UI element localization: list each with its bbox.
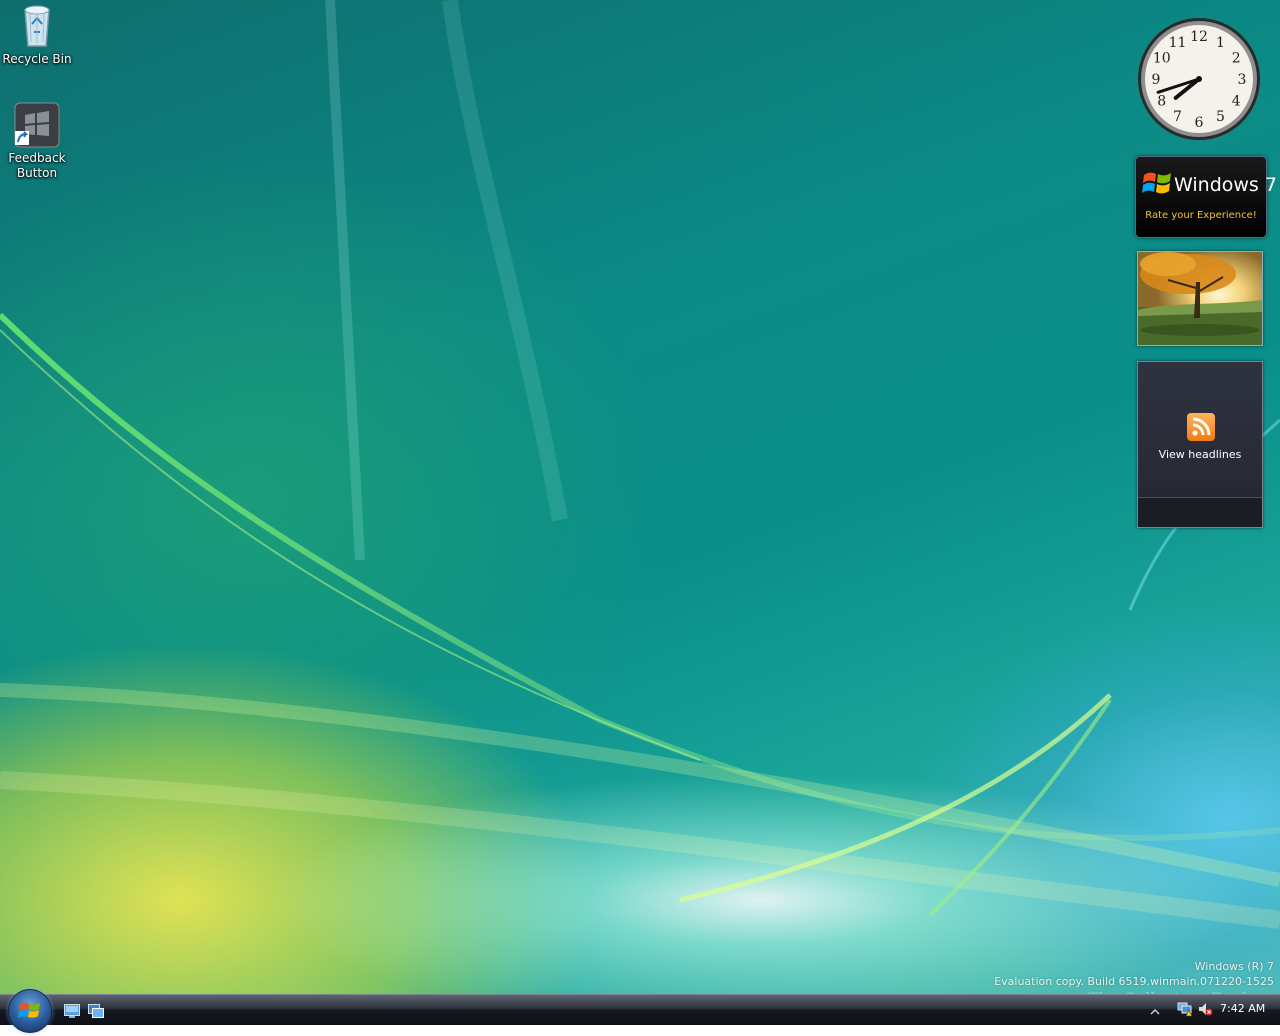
volume-muted-icon[interactable] [1197, 1001, 1213, 1017]
start-button[interactable] [8, 989, 52, 1033]
clock-numeral-9: 9 [1152, 72, 1161, 88]
show-hidden-icons-chevron-icon[interactable] [1150, 1003, 1160, 1015]
autumn-tree-photo [1138, 252, 1262, 345]
watermark-product: Windows (R) 7 [1194, 960, 1274, 973]
show-desktop-icon[interactable] [64, 1003, 80, 1018]
feedback-button-label-line2: Button [16, 166, 58, 180]
network-warning-icon[interactable] [1177, 1001, 1193, 1017]
recycle-bin-label: Recycle Bin [2, 52, 72, 66]
watermark-build: Evaluation copy. Build 6519.winmain.0712… [994, 975, 1274, 988]
taskbar: 7:42 AM [0, 989, 1280, 1033]
recycle-bin-icon [13, 2, 61, 50]
windows-flag-icon [1142, 172, 1171, 194]
clock-numeral-1: 1 [1216, 35, 1225, 51]
wallpaper-streaks [0, 0, 1280, 929]
clock-numeral-8: 8 [1157, 94, 1166, 110]
clock-numeral-4: 4 [1232, 94, 1241, 110]
clock-numeral-7: 7 [1173, 109, 1182, 125]
rss-feed-icon [1187, 413, 1215, 441]
switch-windows-icon[interactable] [88, 1003, 104, 1018]
clock-gadget[interactable]: 12 1 2 3 4 5 6 7 8 9 10 11 [1136, 16, 1262, 142]
recycle-bin-desktop-icon[interactable]: Recycle Bin [0, 2, 74, 67]
feedback-button-label-line1: Feedback [8, 151, 66, 165]
tray-clock[interactable]: 7:42 AM [1220, 1002, 1265, 1015]
clock-numeral-2: 2 [1232, 51, 1241, 67]
windows-orb-icon [18, 1003, 40, 1018]
feedback-button-desktop-icon[interactable]: Feedback Button [0, 101, 74, 181]
clock-numeral-3: 3 [1238, 72, 1247, 88]
clock-numeral-12: 12 [1190, 29, 1208, 45]
clock-numeral-5: 5 [1216, 109, 1225, 125]
build-watermark: Windows (R) 7 Evaluation copy. Build 651… [994, 959, 1274, 989]
view-headlines-link[interactable]: View headlines [1138, 448, 1262, 461]
feed-headlines-gadget[interactable]: View headlines [1137, 361, 1263, 528]
clock-numeral-11: 11 [1169, 35, 1187, 51]
promo-title: Windows 7 [1174, 174, 1277, 196]
clock-numeral-6: 6 [1195, 115, 1204, 131]
clock-numeral-10: 10 [1153, 51, 1171, 67]
rate-experience-link[interactable]: Rate your Experience! [1136, 210, 1266, 221]
feedback-windows-logo-icon [13, 101, 61, 149]
slideshow-gadget[interactable] [1137, 251, 1263, 346]
windows7-rate-experience-gadget[interactable]: Windows 7 Rate your Experience! [1135, 156, 1277, 238]
feed-gadget-footer [1138, 497, 1262, 527]
desktop-wallpaper[interactable] [0, 0, 1280, 994]
